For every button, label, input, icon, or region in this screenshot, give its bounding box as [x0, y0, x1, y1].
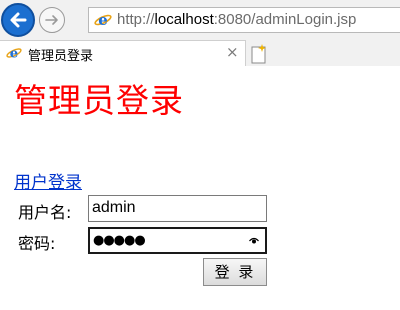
address-bar[interactable]: e http://localhost:8080/adminLogin.jsp: [88, 7, 400, 33]
password-label: 密码:: [18, 234, 56, 253]
ie-logo-icon: e: [94, 11, 112, 29]
new-tab-icon[interactable]: [250, 43, 270, 64]
svg-text:e: e: [10, 45, 18, 61]
username-label: 用户名:: [18, 203, 72, 222]
password-value: ●●●●●: [93, 233, 146, 248]
svg-text:e: e: [98, 11, 108, 29]
password-input[interactable]: ●●●●●: [88, 227, 267, 254]
tab-admin-login[interactable]: e 管理员登录 ×: [0, 40, 246, 66]
tab-title: 管理员登录: [28, 49, 94, 64]
login-button[interactable]: 登 录: [203, 258, 267, 286]
forward-button[interactable]: [39, 7, 65, 33]
back-arrow-icon: [10, 12, 27, 28]
ie-logo-icon: e: [6, 45, 22, 61]
user-login-link[interactable]: 用户登录: [14, 168, 82, 193]
forward-arrow-icon: [45, 15, 58, 25]
back-button[interactable]: [1, 3, 35, 37]
page-title: 管理员登录: [14, 81, 184, 120]
close-icon[interactable]: ×: [226, 44, 239, 60]
browser-chrome: e http://localhost:8080/adminLogin.jsp e…: [0, 0, 400, 66]
url-text: http://localhost:8080/adminLogin.jsp: [117, 11, 357, 28]
username-value: admin: [92, 199, 136, 216]
reveal-password-icon[interactable]: [249, 237, 259, 244]
username-input[interactable]: admin: [88, 195, 267, 222]
